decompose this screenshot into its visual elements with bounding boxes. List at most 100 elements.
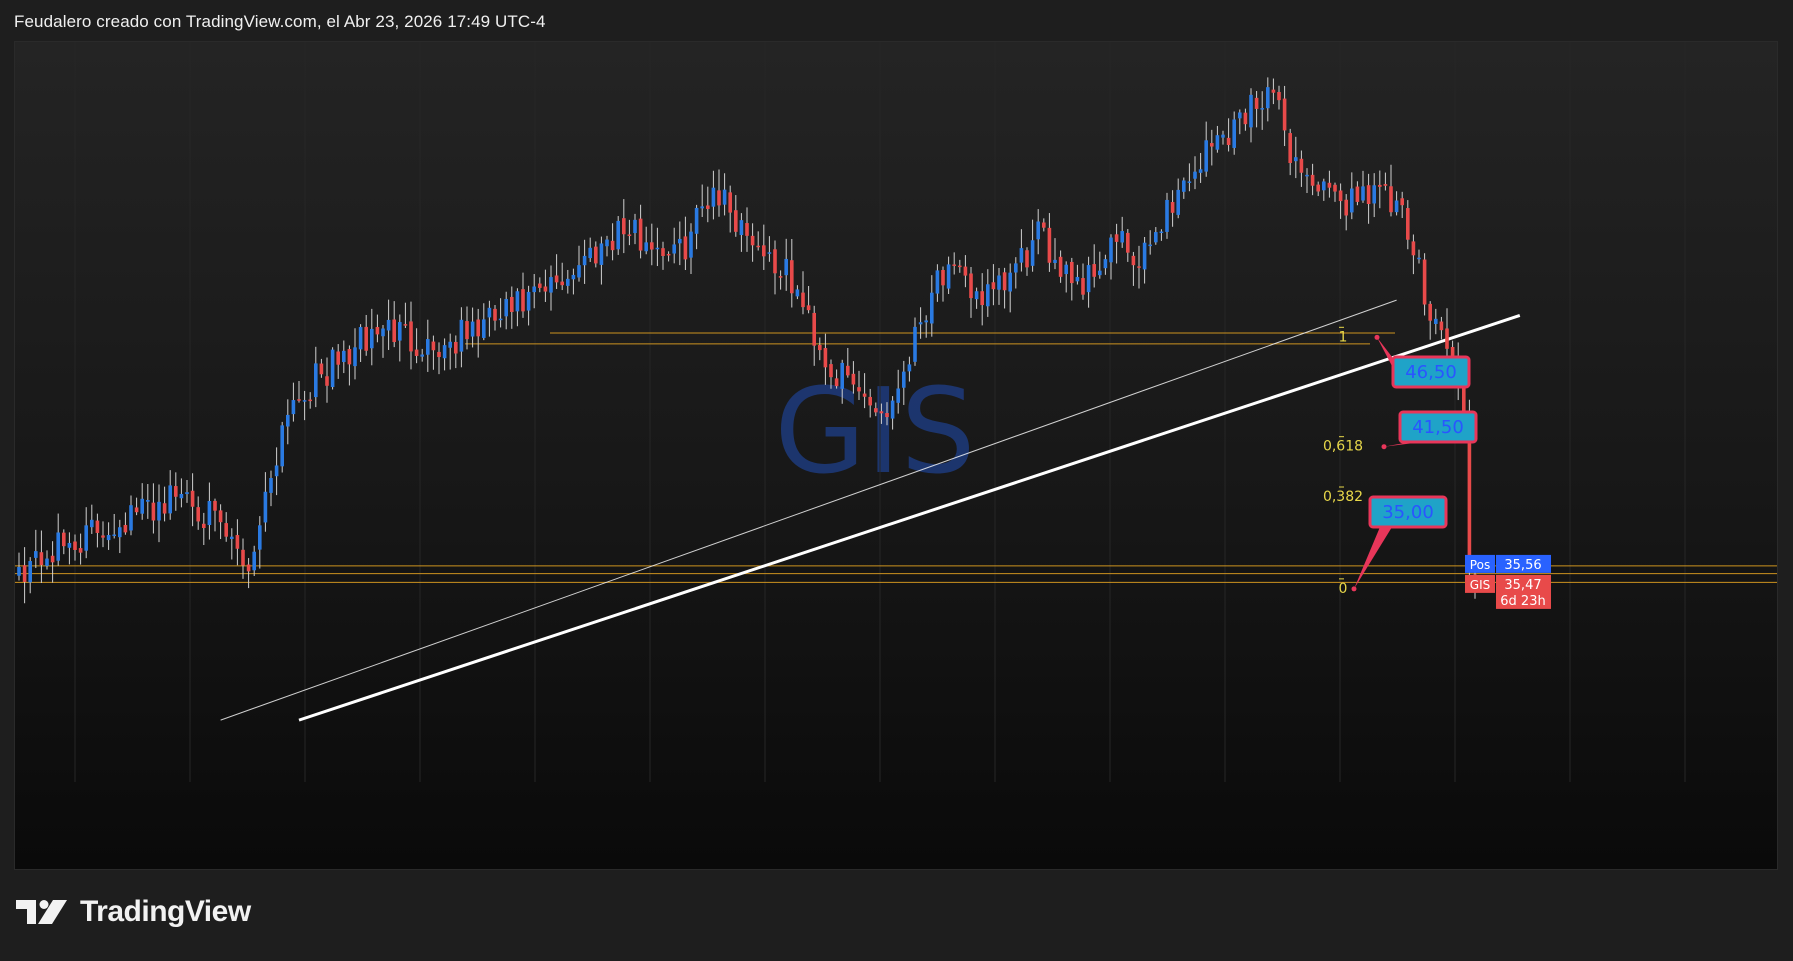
- candle-body: [963, 266, 968, 276]
- candle-body: [381, 328, 385, 337]
- candle-body: [45, 558, 49, 566]
- candle-body: [1221, 134, 1225, 138]
- candle-body: [185, 492, 189, 495]
- candle-body: [1114, 234, 1119, 242]
- candle-body: [1019, 248, 1024, 263]
- fib-label: 0,382: [1323, 489, 1363, 505]
- candle-body: [790, 260, 794, 294]
- candle-body: [778, 276, 783, 278]
- candle-body: [28, 561, 32, 583]
- candle-body: [829, 364, 833, 378]
- candle-body: [342, 350, 346, 363]
- candle-body: [1271, 89, 1276, 93]
- candle-body: [22, 565, 27, 582]
- candle-body: [902, 371, 906, 388]
- candle-body: [347, 349, 352, 365]
- candle-body: [1042, 222, 1046, 228]
- candle-body: [1394, 200, 1399, 213]
- candle-body: [806, 305, 811, 311]
- tradingview-logo-icon: [16, 900, 67, 924]
- candle-body: [840, 362, 844, 389]
- candle-body: [370, 328, 374, 349]
- candle-body: [532, 286, 536, 293]
- candle-body: [795, 289, 800, 297]
- candle-body: [1210, 143, 1214, 147]
- candle-body: [1014, 263, 1018, 273]
- candle-body: [717, 190, 721, 206]
- candle-body: [1198, 169, 1203, 173]
- candle-body: [734, 210, 738, 232]
- candle-body: [34, 551, 38, 558]
- candle-body: [431, 341, 436, 351]
- candle-body: [50, 555, 55, 563]
- candle-body: [1137, 266, 1141, 268]
- fib-label: 0: [1339, 581, 1348, 597]
- candle-body: [1389, 186, 1393, 213]
- candle-body: [784, 258, 788, 276]
- candle-body: [1322, 181, 1326, 191]
- candle-body: [1002, 272, 1007, 291]
- candle-body: [1299, 158, 1304, 173]
- candle-body: [672, 244, 676, 254]
- last-price-badge: 35,47: [1504, 578, 1541, 593]
- candle-body: [252, 551, 256, 571]
- candle-body: [470, 321, 475, 337]
- candle-body: [767, 252, 772, 254]
- candle-body: [1417, 257, 1421, 260]
- candle-body: [336, 351, 340, 365]
- candle-body: [594, 246, 598, 264]
- candle-body: [364, 326, 368, 351]
- candle-body: [319, 363, 324, 375]
- chart-panel[interactable]: GIS 1 0,618 0,382 0 46,50 41,50 35,00 Pos 35,5…: [14, 41, 1778, 870]
- candle-body: [599, 243, 604, 265]
- tradingview-logo[interactable]: TradingView: [16, 895, 251, 929]
- fib-label: 1: [1339, 329, 1348, 345]
- price-callouts[interactable]: 46,50 41,50 35,00: [1351, 334, 1478, 592]
- candle-body: [263, 491, 268, 523]
- candle-body: [924, 320, 928, 323]
- candle-body: [78, 548, 83, 553]
- candle-body: [633, 219, 637, 234]
- candle-body: [678, 238, 682, 244]
- candle-body: [868, 396, 872, 406]
- candle-body: [650, 242, 654, 250]
- candle-body: [605, 239, 609, 247]
- candle-body: [1215, 135, 1220, 150]
- candle-body: [459, 319, 464, 352]
- candle-body: [235, 535, 240, 549]
- candle-body: [213, 500, 217, 511]
- candle-body: [174, 486, 178, 497]
- price-axis-badges: Pos 35,56 GIS 35,476d 23h: [1465, 554, 1551, 609]
- candle-body: [750, 235, 755, 246]
- candle-body: [1305, 174, 1309, 177]
- callout-pointer: [1354, 527, 1392, 589]
- callout-anchor-dot: [1351, 586, 1357, 592]
- candle-body: [1103, 259, 1108, 269]
- candle-body: [1254, 97, 1259, 109]
- candle-body: [1333, 184, 1337, 192]
- candle-body: [857, 387, 861, 392]
- candle-body: [554, 275, 559, 283]
- candle-body: [644, 242, 648, 252]
- candle-body: [1142, 242, 1147, 270]
- candle-body: [941, 269, 945, 286]
- candle-body: [246, 564, 251, 572]
- candle-body: [1406, 208, 1410, 240]
- candle-body: [638, 218, 643, 251]
- candle-body: [538, 283, 542, 288]
- candle-body: [101, 535, 105, 538]
- candle-body: [745, 223, 749, 236]
- candle-body: [1109, 237, 1113, 263]
- candle-body: [106, 535, 111, 541]
- candle-body: [134, 507, 139, 513]
- candle-body: [1439, 321, 1444, 331]
- candle-body: [1025, 250, 1029, 268]
- tradingview-logo-text: TradingView: [80, 895, 251, 928]
- candle-body: [1428, 303, 1432, 321]
- candlestick-chart[interactable]: GIS 1 0,618 0,382 0 46,50 41,50 35,00 Pos 35,5…: [15, 42, 1777, 869]
- candle-body: [420, 354, 424, 357]
- candle-body: [1288, 133, 1292, 164]
- candle-body: [862, 393, 867, 397]
- candle-body: [997, 275, 1001, 290]
- candle-body: [616, 220, 620, 250]
